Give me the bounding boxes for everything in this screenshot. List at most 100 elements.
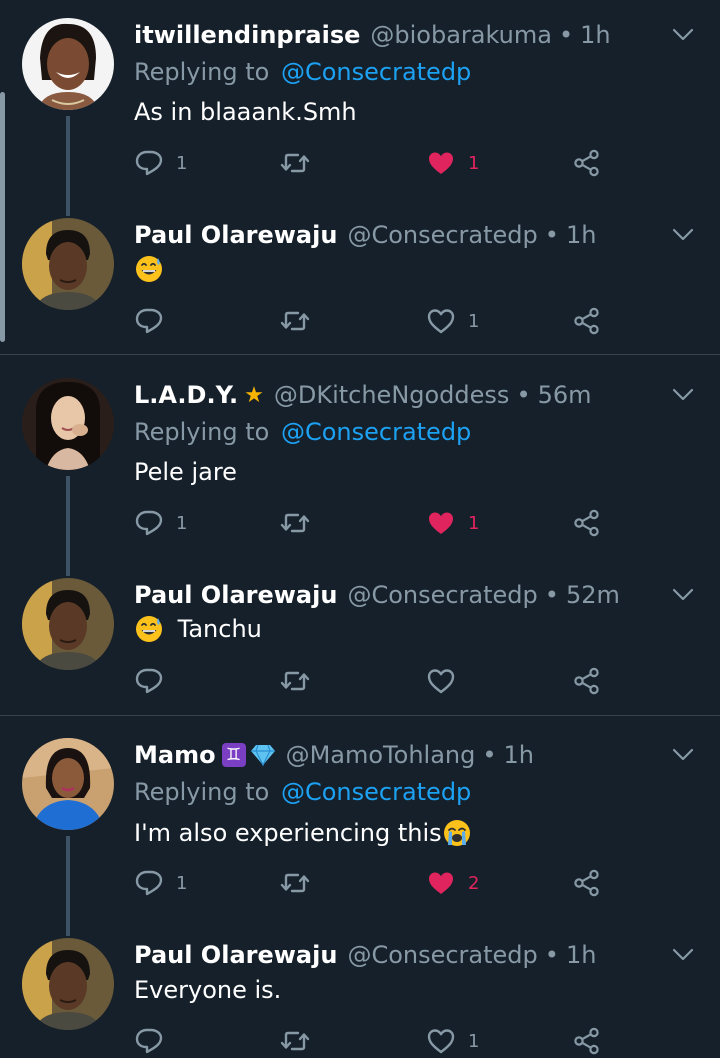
scrollbar[interactable] [0,92,5,342]
reply-count: 1 [176,512,188,534]
display-name[interactable]: L.A.D.Y. [134,381,238,409]
avatar[interactable] [22,938,114,1030]
chevron-down-icon[interactable] [672,384,694,406]
username[interactable]: @MamoTohlang [286,741,476,769]
diamond-emoji [250,744,275,767]
retweet-button[interactable] [280,146,310,180]
timestamp[interactable]: 52m [566,581,620,609]
retweet-button[interactable] [280,506,310,540]
username[interactable]: @biobarakuma [370,21,552,49]
display-name[interactable]: itwillendinpraise [134,21,360,49]
retweet-button[interactable] [280,664,310,698]
tweet-text-content: Tanchu [177,615,262,643]
tweet-actions: 1 1 [134,146,614,180]
reply-count: 1 [176,152,188,174]
share-icon [572,306,602,336]
tweet-text: Tanchu [134,614,262,644]
tweet-header: Paul Olarewaju @Consecratedp • 1h [134,218,596,252]
like-button[interactable]: 1 [426,506,479,540]
tweet-text: I'm also experiencing this [134,818,472,848]
avatar[interactable] [22,738,114,830]
heart-icon [426,868,456,898]
username[interactable]: @Consecratedp [347,941,537,969]
retweet-button[interactable] [280,866,310,900]
share-icon [572,508,602,538]
heart-icon [426,148,456,178]
chevron-down-icon[interactable] [672,24,694,46]
reply-button[interactable] [134,1024,164,1058]
heart-icon [426,1026,456,1056]
replying-label: Replying to [134,418,270,446]
chevron-down-icon[interactable] [672,944,694,966]
mention-link[interactable]: @Consecratedp [281,778,471,806]
avatar[interactable] [22,578,114,670]
share-button[interactable] [572,506,602,540]
display-name[interactable]: Paul Olarewaju [134,941,337,969]
mention-link[interactable]: @Consecratedp [281,418,471,446]
tweet-header: Mamo ♊ @MamoTohlang • 1h [134,738,534,772]
retweet-icon [280,1026,310,1056]
chevron-down-icon[interactable] [672,744,694,766]
mention-link[interactable]: @Consecratedp [281,58,471,86]
separator: • [544,941,559,969]
display-name[interactable]: Paul Olarewaju [134,221,337,249]
reply-icon [134,306,164,336]
timestamp[interactable]: 1h [566,941,596,969]
sweat-smile-emoji [134,254,164,284]
share-button[interactable] [572,1024,602,1058]
retweet-button[interactable] [280,304,310,338]
timestamp[interactable]: 56m [538,381,592,409]
avatar[interactable] [22,18,114,110]
username[interactable]: @Consecratedp [347,221,537,249]
reply-button[interactable]: 1 [134,866,187,900]
reply-button[interactable]: 1 [134,506,187,540]
like-button[interactable]: 1 [426,304,479,338]
timestamp[interactable]: 1h [580,21,610,49]
replying-label: Replying to [134,778,270,806]
tweet-actions: 1 [134,1024,614,1058]
username[interactable]: @DKitcheNgoddess [274,381,510,409]
separator: • [558,21,574,49]
retweet-icon [280,508,310,538]
tweet-text-content: I'm also experiencing this [134,819,442,847]
tweet-thread: itwillendinpraise @biobarakuma • 1h Repl… [0,0,720,1056]
tweet-text: Everyone is. [134,976,282,1004]
like-button[interactable]: 1 [426,146,479,180]
avatar[interactable] [22,378,114,470]
tweet-actions [134,664,614,698]
heart-icon [426,508,456,538]
tweet-actions: 1 1 [134,506,614,540]
reply-icon [134,508,164,538]
tweet-actions: 1 [134,304,614,338]
share-button[interactable] [572,304,602,338]
timestamp[interactable]: 1h [504,741,534,769]
username[interactable]: @Consecratedp [347,581,537,609]
like-button[interactable] [426,664,456,698]
share-button[interactable] [572,146,602,180]
display-name[interactable]: Mamo [134,741,216,769]
tweet-header: L.A.D.Y. ★ @DKitcheNgoddess • 56m [134,378,592,412]
share-button[interactable] [572,866,602,900]
tweet-text: Pele jare [134,458,237,486]
like-button[interactable]: 1 [426,1024,479,1058]
avatar[interactable] [22,218,114,310]
reply-button[interactable] [134,664,164,698]
retweet-icon [280,666,310,696]
like-count: 1 [468,512,480,534]
reply-button[interactable]: 1 [134,146,187,180]
chevron-down-icon[interactable] [672,584,694,606]
separator: • [544,221,559,249]
like-button[interactable]: 2 [426,866,479,900]
reply-button[interactable] [134,304,164,338]
tweet-text: As in blaaank.Smh [134,98,357,126]
chevron-down-icon[interactable] [672,224,694,246]
display-name[interactable]: Paul Olarewaju [134,581,337,609]
timestamp[interactable]: 1h [566,221,596,249]
share-button[interactable] [572,664,602,698]
share-icon [572,148,602,178]
star-emoji: ★ [244,382,264,408]
retweet-button[interactable] [280,1024,310,1058]
reply-count: 1 [176,872,188,894]
tweet-header: Paul Olarewaju @Consecratedp • 52m [134,578,620,612]
reply-icon [134,148,164,178]
